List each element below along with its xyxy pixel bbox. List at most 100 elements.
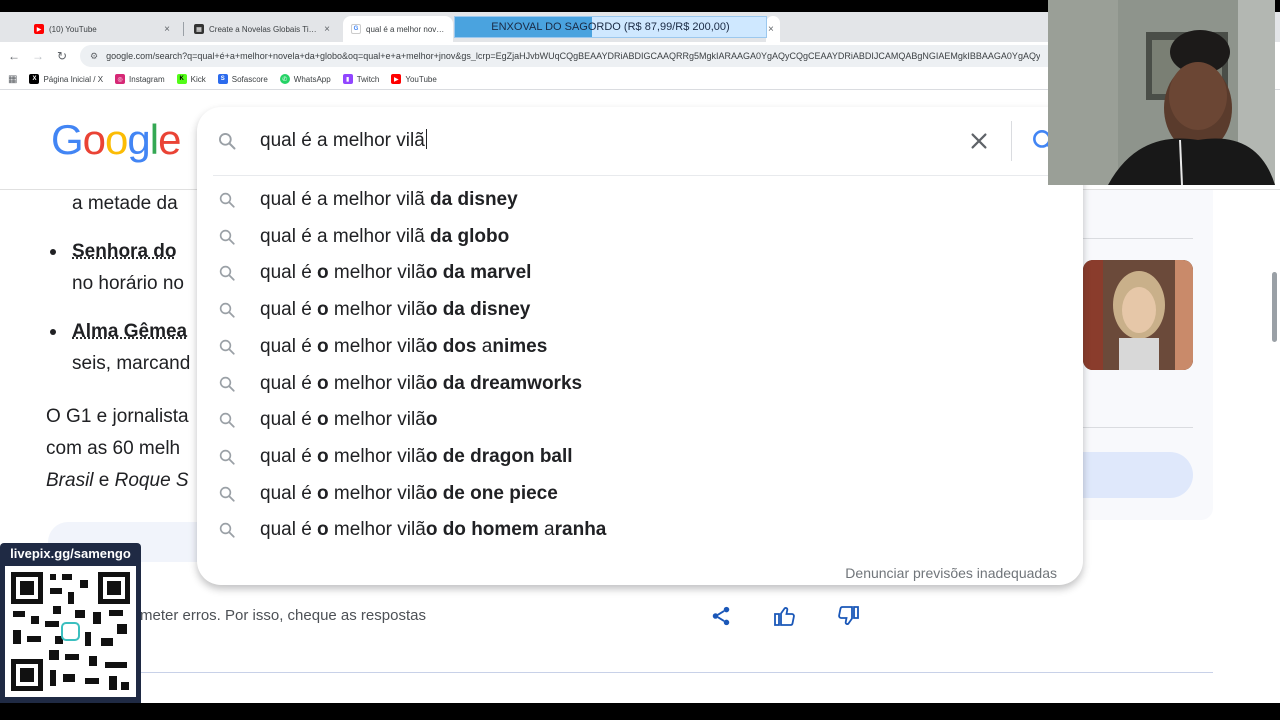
suggestion-match: melhor vilã xyxy=(328,445,426,467)
show-all-sources-button[interactable] xyxy=(1083,452,1193,498)
bookmark-x[interactable]: X Página Inicial / X xyxy=(29,74,103,84)
suggestion-item[interactable]: qual é a melhor vilã da disney xyxy=(197,182,1083,219)
suggestion-item[interactable]: qual é o melhor vilão da disney xyxy=(197,292,1083,329)
suggestion-match: qual é xyxy=(260,409,318,431)
list-bullet xyxy=(50,249,56,255)
list-item-title[interactable]: Senhora do xyxy=(72,241,177,263)
donation-goal-text: ENXOVAL DO SAGORDO (R$ 87,99/R$ 200,00) xyxy=(491,21,730,33)
suggestion-match: a xyxy=(544,519,555,541)
clear-icon[interactable] xyxy=(968,130,990,152)
forward-arrow-icon[interactable]: → xyxy=(29,47,47,65)
back-arrow-icon[interactable]: ← xyxy=(5,47,23,65)
search-icon xyxy=(219,229,235,245)
list-item-text: seis, marcand xyxy=(72,353,191,374)
suggestion-completion: o de dragon ball xyxy=(425,445,573,467)
search-row-divider xyxy=(213,175,1067,176)
suggestion-completion: o xyxy=(317,262,329,284)
bookmark-sofascore[interactable]: S Sofascore xyxy=(217,74,268,84)
qr-code xyxy=(5,566,136,697)
site-info-icon[interactable]: ⚙ xyxy=(90,51,98,62)
x-icon: X xyxy=(29,74,40,84)
instagram-icon: ◎ xyxy=(115,74,126,84)
suggestion-match: qual é xyxy=(260,262,318,284)
suggestion-match: melhor vilã xyxy=(328,409,426,431)
thumbs-down-glyph xyxy=(838,606,859,625)
suggestion-item[interactable]: qual é a melhor vilã da globo xyxy=(197,219,1083,256)
suggestion-completion: o da marvel xyxy=(425,262,532,284)
bookmark-label: Sofascore xyxy=(231,74,268,84)
suggestion-match: melhor vilã xyxy=(328,299,426,321)
youtube-icon: ▶ xyxy=(34,24,44,34)
tab-title: Create a Novelas Globais Tier List xyxy=(209,24,320,34)
suggestion-text: qual é o melhor vilão da disney xyxy=(260,299,530,321)
list-item-text: no horário no xyxy=(72,273,184,294)
search-input[interactable]: qual é a melhor vilã xyxy=(260,129,427,152)
suggestion-text: qual é o melhor vilão da dreamworks xyxy=(260,373,582,395)
tab-divider xyxy=(183,22,184,36)
suggestion-completion: o do homem xyxy=(425,519,545,541)
suggestion-match: melhor vilã xyxy=(328,372,426,394)
suggestion-item[interactable]: qual é o melhor vilão de dragon ball xyxy=(197,439,1083,476)
suggestion-item[interactable]: qual é o melhor vilão dos animes xyxy=(197,329,1083,366)
bookmark-twitch[interactable]: ▮ Twitch xyxy=(342,74,379,84)
thumbs-up-icon[interactable] xyxy=(772,603,798,629)
tab-google-search-tail[interactable]: × xyxy=(766,16,780,42)
suggestion-item[interactable]: qual é o melhor vilão da marvel xyxy=(197,255,1083,292)
suggestion-match: qual é xyxy=(260,335,318,357)
whatsapp-icon: ✆ xyxy=(279,74,290,84)
section-divider xyxy=(0,672,1213,673)
suggestion-text: qual é o melhor vilão da marvel xyxy=(260,262,531,284)
tab-google-search[interactable]: G qual é a melhor novela da globo xyxy=(343,16,453,42)
search-icon xyxy=(219,339,235,355)
suggestion-completion: da globo xyxy=(430,225,510,247)
suggestion-match: qual é xyxy=(260,445,318,467)
suggestion-text: qual é a melhor vilã da globo xyxy=(260,226,509,248)
search-icon xyxy=(219,523,235,538)
suggestion-match: qual é a melhor vilã xyxy=(260,225,431,247)
webcam-video-image xyxy=(1048,0,1275,185)
close-tab-icon[interactable]: × xyxy=(324,24,330,35)
close-tab-icon[interactable]: × xyxy=(164,24,170,35)
search-icon xyxy=(219,376,235,392)
scrollbar-thumb[interactable] xyxy=(1272,272,1277,342)
google-icon: G xyxy=(351,24,361,34)
bookmark-whatsapp[interactable]: ✆ WhatsApp xyxy=(279,74,331,84)
source-thumbnail[interactable] xyxy=(1083,260,1193,370)
thumbs-down-icon[interactable] xyxy=(835,603,861,629)
suggestion-completion: o da dreamworks xyxy=(425,372,583,394)
suggestion-text: qual é o melhor vilão de one piece xyxy=(260,483,558,505)
suggestion-text: qual é o melhor vilão dos animes xyxy=(260,336,547,358)
apps-grid-icon[interactable]: ▦ xyxy=(8,74,17,85)
thumbs-up-glyph xyxy=(774,607,795,626)
close-tab-icon[interactable]: × xyxy=(768,24,774,35)
youtube-icon: ▶ xyxy=(391,74,402,84)
share-icon[interactable] xyxy=(708,603,734,629)
suggestion-item[interactable]: qual é o melhor vilão de one piece xyxy=(197,476,1083,513)
tab-title: qual é a melhor novela da globo xyxy=(366,24,445,34)
address-bar[interactable]: ⚙ google.com/search?q=qual+é+a+melhor+no… xyxy=(80,45,1080,67)
suggestion-match: qual é xyxy=(260,482,318,504)
tab-tierlist[interactable]: ▦ Create a Novelas Globais Tier List × xyxy=(186,16,338,42)
google-logo[interactable]: Google xyxy=(51,116,181,164)
list-item-title[interactable]: Alma Gêmea xyxy=(72,321,187,343)
bookmark-kick[interactable]: K Kick xyxy=(176,74,206,84)
italic-term: Roque S xyxy=(114,470,189,491)
page-scrollbar[interactable] xyxy=(1267,190,1280,703)
bookmark-youtube[interactable]: ▶ YouTube xyxy=(391,74,437,84)
donation-qr-card: livepix.gg/samengo xyxy=(0,543,141,703)
suggestion-match: qual é xyxy=(260,299,318,321)
actress-photo-image xyxy=(1083,260,1193,370)
kick-icon: K xyxy=(176,74,187,84)
suggestion-item[interactable]: qual é o melhor vilão da dreamworks xyxy=(197,366,1083,403)
reload-icon[interactable]: ↻ xyxy=(53,47,71,65)
suggestion-item[interactable]: qual é o melhor vilão do homem aranha xyxy=(197,512,1083,549)
bookmark-label: Instagram xyxy=(129,74,165,84)
suggestion-item[interactable]: qual é o melhor vilão xyxy=(197,402,1083,439)
bookmark-label: WhatsApp xyxy=(293,74,331,84)
report-predictions-link[interactable]: Denunciar previsões inadequadas xyxy=(845,565,1057,581)
bookmark-instagram[interactable]: ◎ Instagram xyxy=(115,74,165,84)
list-bullet xyxy=(50,329,56,335)
search-suggestions-box: qual é a melhor vilã qual é a melhor vil… xyxy=(197,107,1083,585)
suggestion-completion: ranha xyxy=(554,519,607,541)
tab-youtube[interactable]: ▶ (10) YouTube × xyxy=(26,16,178,42)
